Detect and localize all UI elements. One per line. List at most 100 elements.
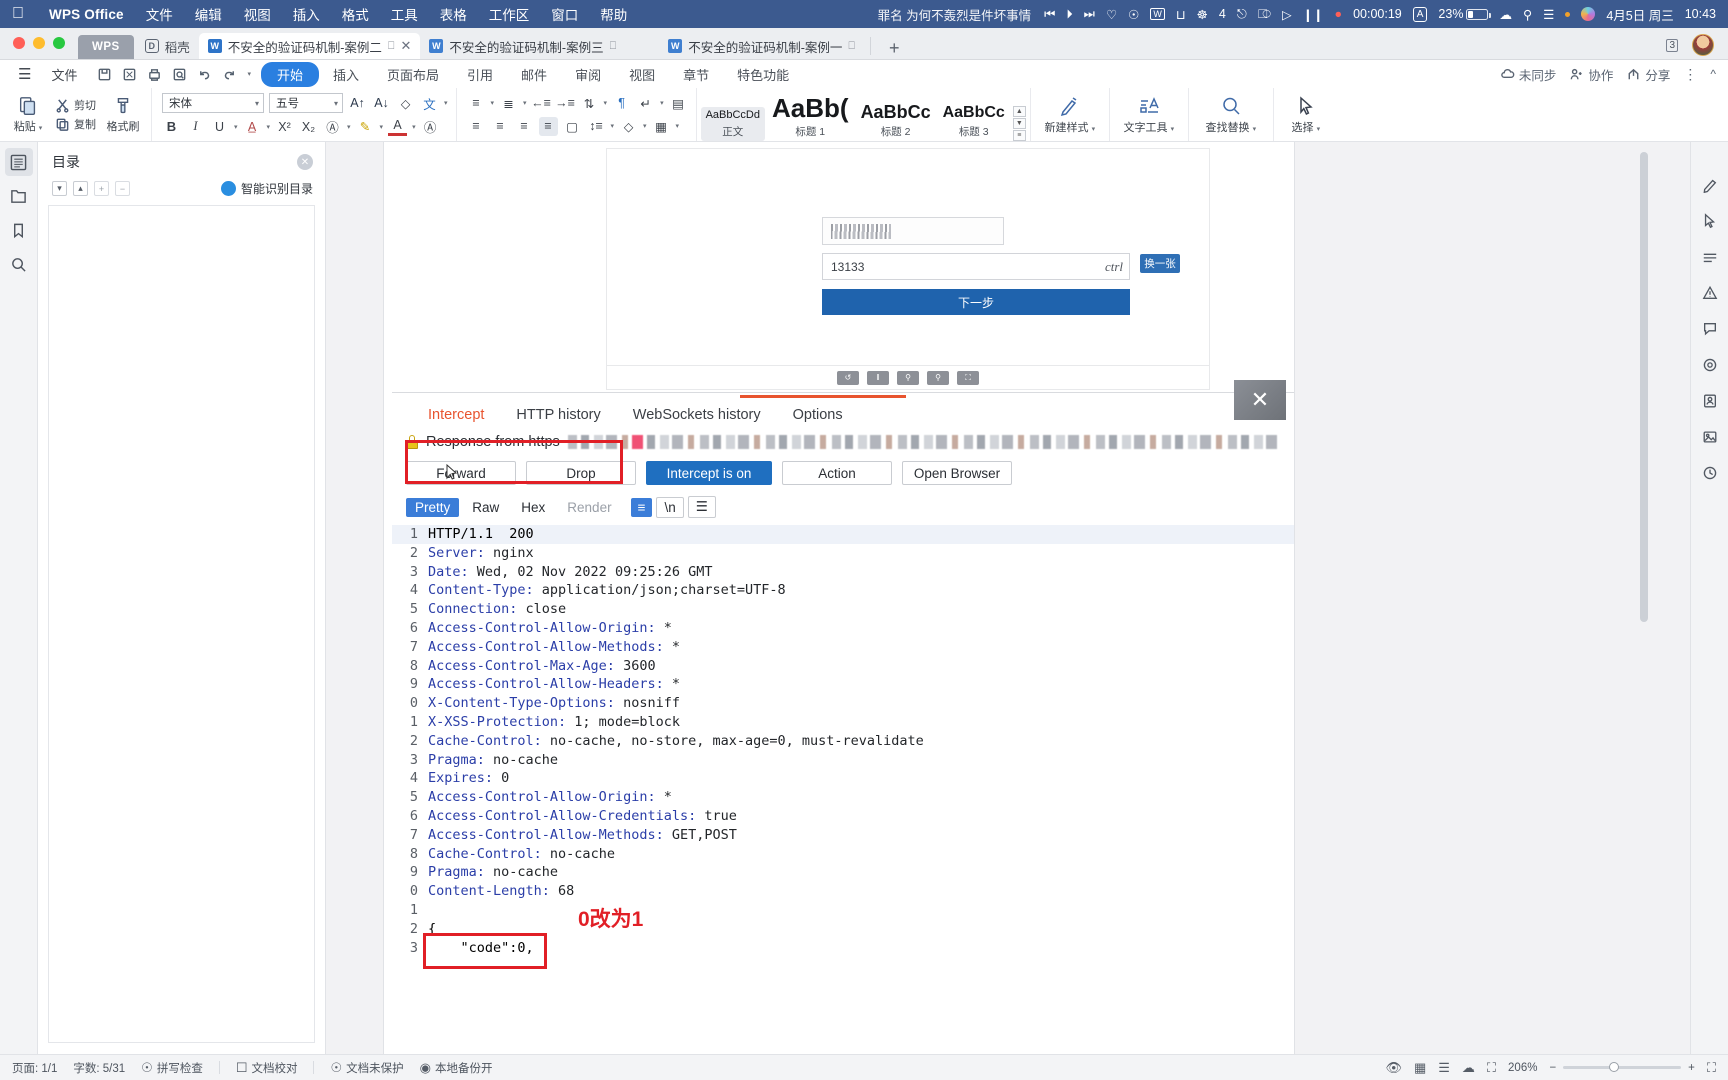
heart-icon[interactable]: ♡ xyxy=(1106,7,1117,22)
borders-icon[interactable]: ▦ xyxy=(652,117,671,136)
save-as-icon[interactable] xyxy=(122,67,137,82)
word-wrap-icon[interactable]: ≡ xyxy=(630,497,653,517)
fullscreen-icon[interactable]: ⛶ xyxy=(1487,1060,1496,1076)
save-icon[interactable] xyxy=(97,67,112,82)
reading-layout-icon[interactable]: ☰ xyxy=(1438,1060,1450,1076)
minimize-window-button[interactable] xyxy=(33,37,45,49)
pinyin-dropdown-icon[interactable]: ▾ xyxy=(444,99,448,107)
proofread-status[interactable]: ☐ 文档校对 xyxy=(236,1060,298,1076)
tab-pretty[interactable]: Pretty xyxy=(406,497,460,517)
menu-workspace[interactable]: 工作区 xyxy=(478,4,541,24)
zoom-out-button[interactable]: − xyxy=(1549,1062,1556,1074)
font-size-select[interactable]: 五号 ▾ xyxy=(269,93,343,113)
font-color-dropdown-icon[interactable]: ▾ xyxy=(412,123,416,131)
zoom-in-button[interactable]: + xyxy=(1688,1062,1695,1074)
drop-button[interactable]: Drop xyxy=(526,461,636,485)
distribute-icon[interactable]: ▢ xyxy=(563,117,582,136)
avatar[interactable] xyxy=(1692,34,1714,56)
screenshot-rotate-icon[interactable]: ↺ xyxy=(837,370,859,385)
character-shading-icon[interactable]: Ⓐ xyxy=(421,117,440,136)
window-count-badge[interactable]: 3 xyxy=(1666,38,1678,52)
ribbon-file-menu[interactable]: 文件 xyxy=(41,65,87,84)
strikethrough-dropdown-icon[interactable]: ▾ xyxy=(267,123,271,131)
close-icon[interactable]: ✕ xyxy=(297,154,313,170)
shrink-font-icon[interactable]: A↓ xyxy=(372,94,391,113)
clear-format-icon[interactable]: ◇ xyxy=(396,94,415,113)
styles-expand[interactable]: ≡ xyxy=(1012,130,1026,141)
sort-icon[interactable]: ⇅ xyxy=(580,94,599,113)
comment-icon[interactable] xyxy=(1697,316,1723,342)
tab-pin-icon[interactable]: ⎕ xyxy=(388,40,395,53)
eye-icon[interactable]: 👁 xyxy=(1385,1060,1402,1076)
next-step-button[interactable]: 下一步 xyxy=(822,289,1130,315)
style-heading-3[interactable]: AaBbCc 标题 3 xyxy=(938,102,1010,141)
text-tools-button[interactable]: 文字工具 ▾ xyxy=(1118,94,1180,135)
ribbon-tab-review[interactable]: 审阅 xyxy=(561,63,615,86)
siri-icon[interactable] xyxy=(1581,7,1596,21)
underline-button[interactable]: U xyxy=(210,117,229,136)
paste-button[interactable]: 粘贴 ▾ xyxy=(8,95,48,134)
superscript-button[interactable]: X² xyxy=(275,117,294,136)
align-left-icon[interactable]: ≡ xyxy=(467,117,486,136)
menu-file[interactable]: 文件 xyxy=(135,4,184,24)
message-menu-icon[interactable]: ☰ xyxy=(687,496,716,518)
font-name-select[interactable]: 宋体 ▾ xyxy=(162,93,264,113)
font-color-icon[interactable]: A xyxy=(388,117,408,136)
page-indicator[interactable]: 页面: 1/1 xyxy=(12,1060,57,1076)
protection-status[interactable]: ☉ 文档未保护 xyxy=(330,1060,403,1076)
search-panel-icon[interactable] xyxy=(5,250,33,278)
bullet-list-icon[interactable]: ≡ xyxy=(467,94,486,113)
record-pause-icon[interactable]: ❙❙ xyxy=(1303,7,1324,22)
tab-pin-icon[interactable]: ⎕ xyxy=(848,40,855,53)
bookmark-tray-icon[interactable]: ⊔ xyxy=(1176,7,1186,22)
zoom-slider[interactable]: − + xyxy=(1549,1062,1694,1074)
tab-daoke[interactable]: D 稻壳 xyxy=(136,33,199,59)
menu-format[interactable]: 格式 xyxy=(331,4,380,24)
increase-indent-icon[interactable]: →≡ xyxy=(555,94,575,113)
tab-websockets-history[interactable]: WebSockets history xyxy=(617,407,777,427)
screenshot-fit-icon[interactable]: ⛶ xyxy=(957,370,979,385)
screenshot-flip-icon[interactable]: ‖ xyxy=(867,370,889,385)
layers-icon[interactable] xyxy=(1697,352,1723,378)
print-layout-icon[interactable]: ▦ xyxy=(1414,1060,1426,1076)
demote-icon[interactable]: − xyxy=(115,181,130,196)
find-replace-button[interactable]: 查找替换 ▾ xyxy=(1197,94,1265,135)
numbering-dropdown-icon[interactable]: ▾ xyxy=(523,99,527,107)
style-normal[interactable]: AaBbCcDd 正文 xyxy=(700,107,765,141)
menu-tools[interactable]: 工具 xyxy=(380,4,429,24)
align-right-icon[interactable]: ≡ xyxy=(515,117,534,136)
edit-panel-icon[interactable] xyxy=(1697,172,1723,198)
close-overlay-badge[interactable]: ✕ xyxy=(1234,380,1286,420)
expand-all-icon[interactable]: ▾ xyxy=(52,181,67,196)
backup-status[interactable]: ◉ 本地备份开 xyxy=(420,1060,493,1076)
customize-qat-icon[interactable]: ▾ xyxy=(247,70,251,78)
styles-scroll-down[interactable]: ▼ xyxy=(1012,118,1026,129)
tab-document-3[interactable]: W 不安全的验证码机制-案例一 ⎕ xyxy=(659,33,864,59)
next-track-icon[interactable]: ⏭ xyxy=(1084,7,1095,22)
screen-share-icon[interactable]: ⎋ xyxy=(1237,7,1247,22)
spotlight-search-icon[interactable]: ⚲ xyxy=(1523,7,1532,22)
menu-help[interactable]: 帮助 xyxy=(589,4,638,24)
word-count[interactable]: 字数: 5/31 xyxy=(73,1060,125,1076)
ribbon-tab-insert[interactable]: 插入 xyxy=(319,63,373,86)
underline-dropdown-icon[interactable]: ▾ xyxy=(234,123,238,131)
show-formatting-marks-icon[interactable]: ¶ xyxy=(612,94,631,113)
highlight-dropdown-icon[interactable]: ▾ xyxy=(380,123,384,131)
outline-list[interactable] xyxy=(48,205,315,1043)
tab-raw[interactable]: Raw xyxy=(463,498,508,517)
screenshot-zoom-in-icon[interactable]: ⚲ xyxy=(897,370,919,385)
menu-view[interactable]: 视图 xyxy=(233,4,282,24)
style-heading-1[interactable]: AaBb( 标题 1 xyxy=(767,92,854,141)
style-heading-2[interactable]: AaBbCc 标题 2 xyxy=(856,100,936,141)
captcha-image[interactable] xyxy=(822,217,1004,245)
menu-window[interactable]: 窗口 xyxy=(540,4,589,24)
captcha-input[interactable]: 13133 ctrl xyxy=(822,253,1130,280)
input-source-indicator[interactable]: A xyxy=(1412,6,1428,22)
document-canvas[interactable]: 13133 ctrl 换一张 下一步 ↺ ‖ ⚲ ⚲ ⛶ Intercept H… xyxy=(326,142,1690,1054)
character-border-icon[interactable]: Ⓐ xyxy=(323,117,342,136)
wechat-icon[interactable]: ☸ xyxy=(1197,7,1208,22)
smart-outline-button[interactable]: 智能识别目录 xyxy=(220,180,313,197)
collapse-all-icon[interactable]: ▴ xyxy=(73,181,88,196)
ribbon-tab-references[interactable]: 引用 xyxy=(453,63,507,86)
prev-track-icon[interactable]: ⏮ xyxy=(1044,7,1055,22)
